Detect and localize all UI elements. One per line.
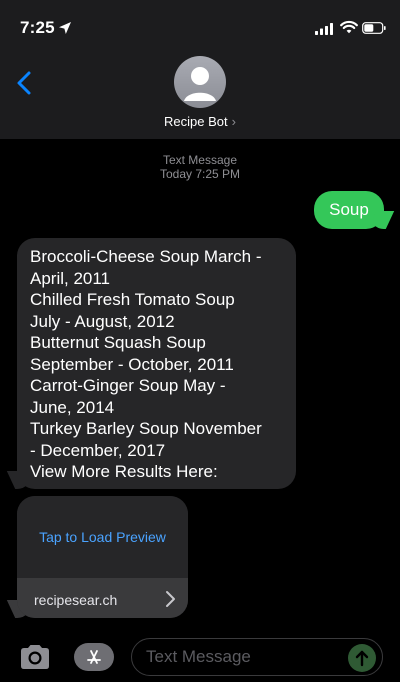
avatar[interactable]: [174, 56, 226, 108]
message-time-label: Today 7:25 PM: [159, 167, 241, 181]
link-preview-image-area[interactable]: Tap to Load Preview: [17, 496, 188, 578]
send-button[interactable]: [348, 644, 376, 672]
message-line: April, 2011: [30, 268, 111, 288]
chevron-right-icon: ›: [231, 114, 236, 129]
location-arrow-icon: [59, 22, 71, 34]
person-icon: [184, 67, 216, 101]
back-button[interactable]: [14, 68, 38, 98]
message-service-label: Text Message: [162, 153, 238, 167]
camera-button[interactable]: [18, 640, 52, 674]
wifi-icon: [340, 20, 358, 34]
message-timestamp: Text Message Today 7:25 PM: [0, 153, 400, 181]
message-input[interactable]: [132, 639, 342, 675]
message-line: View More Results Here:: [30, 462, 218, 481]
arrow-up-icon: [355, 650, 369, 667]
message-line: Chilled Fresh Tomato Soup: [30, 290, 235, 309]
message-line: July - August, 2012: [30, 311, 175, 331]
message-line: Turkey Barley Soup November: [30, 419, 262, 438]
outgoing-message-bubble[interactable]: Soup: [314, 191, 384, 229]
app-store-button[interactable]: [74, 643, 114, 671]
battery-icon: [362, 22, 386, 34]
link-preview-card[interactable]: Tap to Load Preview recipesear.ch: [17, 496, 188, 618]
message-line: June, 2014: [30, 397, 115, 417]
cellular-signal-icon: [315, 23, 333, 35]
link-preview-domain: recipesear.ch: [34, 592, 118, 608]
incoming-message-bubble[interactable]: Broccoli-Cheese Soup March - April, 2011…: [17, 238, 296, 489]
message-line: Broccoli-Cheese Soup March -: [30, 247, 262, 266]
contact-name: Recipe Bot: [164, 114, 228, 129]
message-line: Carrot-Ginger Soup May -: [30, 376, 226, 395]
app-store-icon: [87, 650, 101, 664]
message-line: - December, 2017: [30, 440, 166, 460]
messages-screen: 7:25 Recipe Bot › Text Message Today 7:2…: [0, 0, 400, 682]
navigation-header: 7:25 Recipe Bot ›: [0, 0, 400, 139]
status-time: 7:25: [20, 18, 55, 37]
message-line: September - October, 2011: [30, 354, 234, 374]
tap-to-load-preview-link[interactable]: Tap to Load Preview: [17, 529, 188, 545]
message-line: Butternut Squash Soup: [30, 333, 206, 352]
contact-name-button[interactable]: Recipe Bot ›: [0, 114, 400, 129]
message-input-field[interactable]: [131, 638, 383, 676]
